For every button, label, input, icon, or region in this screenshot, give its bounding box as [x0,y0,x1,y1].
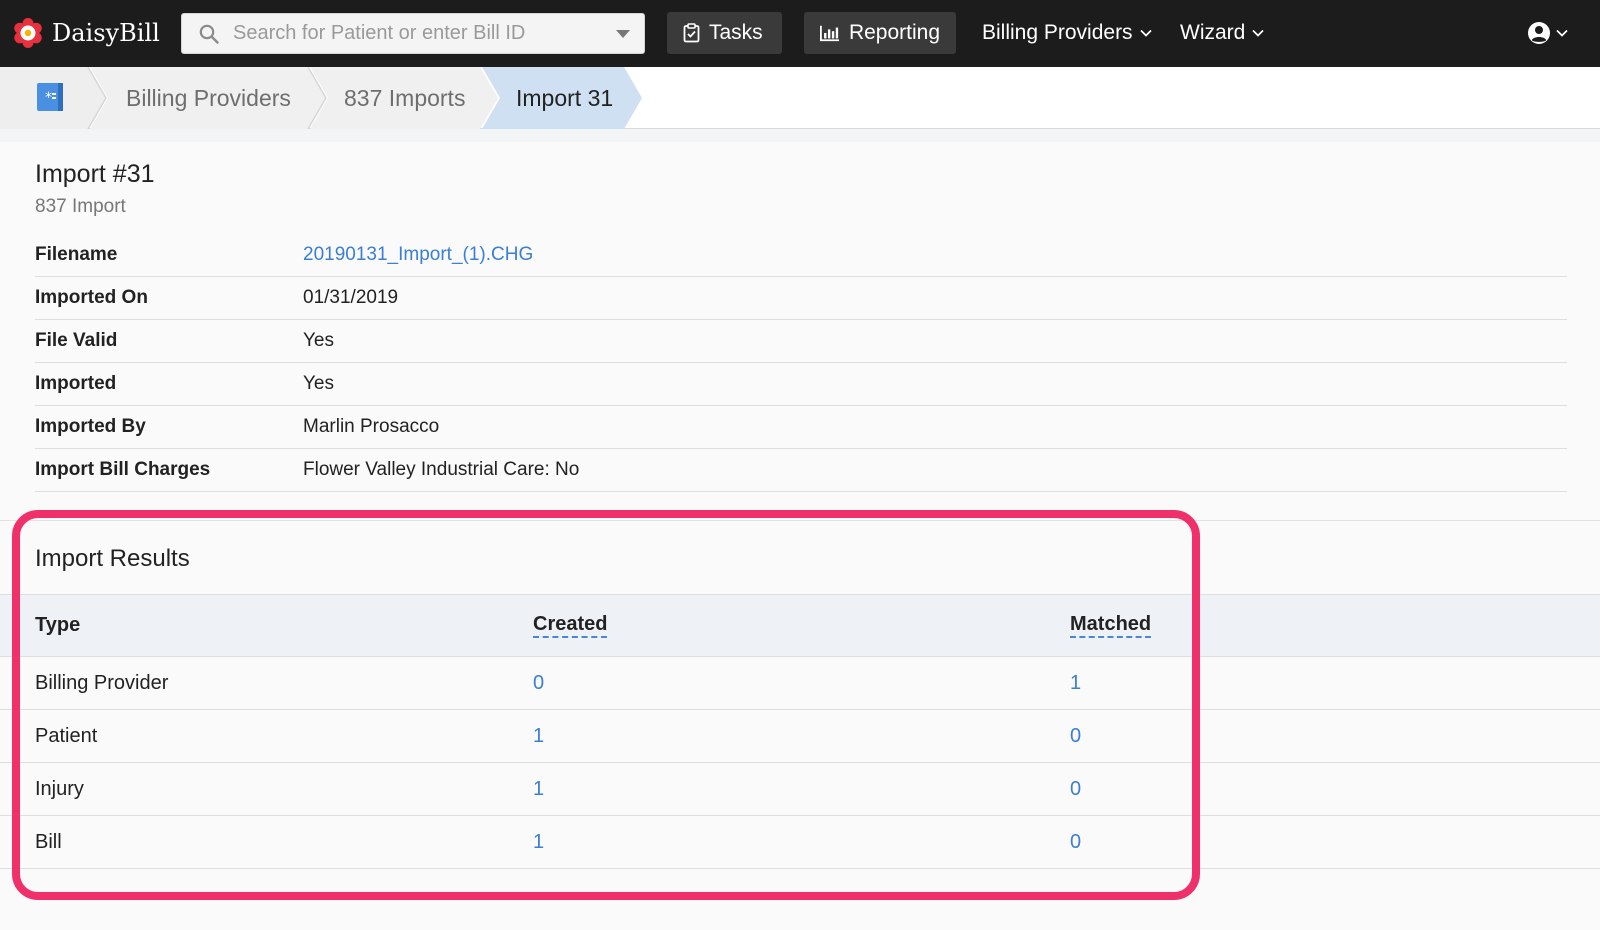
detail-row-import-bill-charges: Import Bill Charges Flower Valley Indust… [35,449,1567,492]
reporting-button[interactable]: Reporting [804,12,956,54]
section-divider [0,520,1600,521]
table-row: Billing Provider 0 1 [0,657,1600,710]
row-type: Bill [35,830,62,853]
detail-label: File Valid [35,330,118,351]
matched-count-link[interactable]: 0 [1070,763,1081,815]
brand-name: DaisyBill [52,19,160,47]
table-row: Patient 1 0 [0,710,1600,763]
table-header-row: Type Created Matched [0,594,1600,657]
id-card-icon[interactable]: * [36,82,66,112]
import-results-title: Import Results [35,545,190,572]
column-header-created[interactable]: Created [533,595,608,656]
created-count-link[interactable]: 1 [533,816,544,868]
import-details-list: Filename 20190131_Import_(1).CHG Importe… [35,234,1567,492]
detail-value: Marlin Prosacco [303,416,440,437]
column-header-type: Type [35,614,81,636]
detail-row-filename: Filename 20190131_Import_(1).CHG [35,234,1567,277]
chevron-down-icon [1556,29,1568,37]
chevron-down-icon [1139,29,1152,37]
reporting-label: Reporting [848,21,940,44]
brand-logo[interactable]: DaisyBill [12,16,160,50]
breadcrumb-billing-providers[interactable]: Billing Providers [126,67,291,129]
matched-count-link[interactable]: 0 [1070,710,1081,762]
billing-providers-label: Billing Providers [982,21,1133,44]
created-header-label: Created [533,613,608,638]
matched-header-label: Matched [1070,613,1152,638]
bar-chart-icon [820,25,840,42]
breadcrumb-837-imports[interactable]: 837 Imports [344,67,465,129]
billing-providers-menu[interactable]: Billing Providers [982,12,1152,54]
row-type: Patient [35,724,98,747]
detail-row-imported-on: Imported On 01/31/2019 [35,277,1567,320]
import-results-table: Type Created Matched Billing Provider 0 … [0,594,1600,869]
detail-label: Import Bill Charges [35,459,211,480]
wizard-label: Wizard [1180,21,1246,44]
user-circle-icon [1528,22,1550,44]
matched-count-link[interactable]: 1 [1070,657,1081,709]
column-header-matched[interactable]: Matched [1070,595,1152,656]
tasks-label: Tasks [709,21,763,44]
breadcrumb: * Billing Providers 837 Imports Import 3… [0,67,1600,129]
detail-value: Yes [303,330,334,351]
user-account-menu[interactable] [1527,20,1568,46]
page-title: Import #31 [35,160,155,188]
row-type: Billing Provider [35,671,169,694]
matched-count-link[interactable]: 0 [1070,816,1081,868]
svg-text:*: * [45,90,52,106]
detail-row-file-valid: File Valid Yes [35,320,1567,363]
detail-label: Imported [35,373,117,394]
detail-label: Imported By [35,416,146,437]
daisy-flower-icon [14,18,42,48]
search-icon [199,24,219,44]
breadcrumb-current-import: Import 31 [516,84,614,111]
clipboard-check-icon [683,23,700,43]
detail-value: 01/31/2019 [303,287,399,308]
detail-row-imported: Imported Yes [35,363,1567,406]
detail-label: Imported On [35,287,148,308]
chevron-down-icon [1252,29,1264,37]
search-input[interactable] [233,14,616,53]
search-dropdown-caret-icon[interactable] [616,29,630,38]
top-navigation: DaisyBill Tasks Reporting Billing Provid… [0,0,1600,67]
detail-value: Flower Valley Industrial Care: No [303,459,580,480]
detail-row-imported-by: Imported By Marlin Prosacco [35,406,1567,449]
patient-search-box[interactable] [181,13,645,54]
detail-value: Yes [303,373,334,394]
page-subtitle: 837 Import [35,196,126,217]
table-row: Injury 1 0 [0,763,1600,816]
row-type: Injury [35,777,84,800]
import-detail-card: Import #31 837 Import Filename 20190131_… [0,142,1600,930]
detail-label: Filename [35,244,118,265]
wizard-menu[interactable]: Wizard [1180,12,1264,54]
filename-link[interactable]: 20190131_Import_(1).CHG [303,244,533,266]
created-count-link[interactable]: 1 [533,763,544,815]
tasks-button[interactable]: Tasks [667,12,782,54]
table-row: Bill 1 0 [0,816,1600,869]
created-count-link[interactable]: 1 [533,710,544,762]
created-count-link[interactable]: 0 [533,657,544,709]
